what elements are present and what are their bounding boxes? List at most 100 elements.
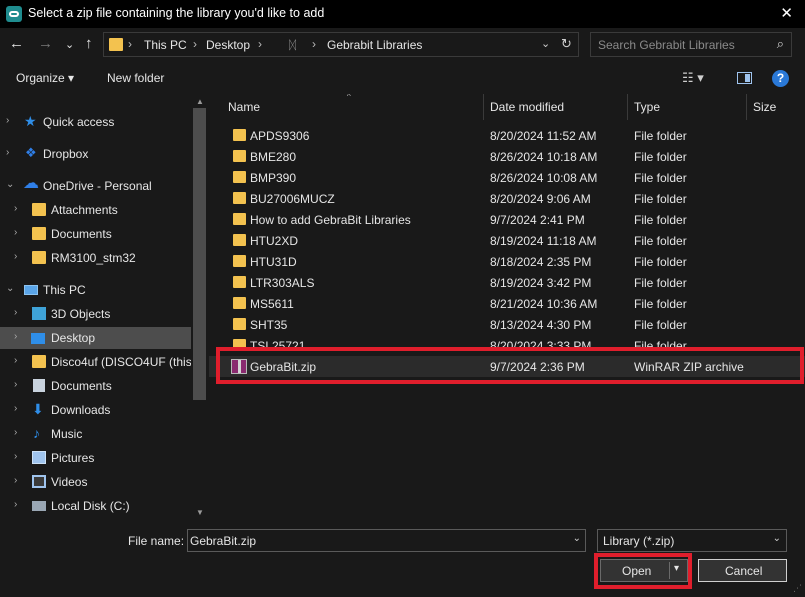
nav-item-downloads[interactable]: › ⬇ Downloads: [0, 399, 191, 421]
expand-chevron-icon[interactable]: ›: [14, 427, 17, 438]
folder-icon: [32, 227, 46, 240]
expand-chevron-icon[interactable]: ›: [6, 115, 9, 126]
file-type: File folder: [634, 234, 687, 248]
refresh-icon[interactable]: ↻: [561, 36, 572, 52]
file-name-input[interactable]: [190, 532, 560, 549]
expand-chevron-icon[interactable]: ›: [14, 227, 17, 238]
file-name-combobox[interactable]: ⌄: [187, 529, 586, 552]
nav-item-music[interactable]: › ♪ Music: [0, 423, 191, 445]
address-dropdown-icon[interactable]: ⌄: [541, 37, 550, 50]
file-row[interactable]: LTR303ALS 8/19/2024 3:42 PM File folder: [209, 272, 805, 293]
search-icon[interactable]: ⌕: [777, 36, 784, 52]
nav-item-label: 3D Objects: [51, 307, 111, 321]
file-name: BMP390: [250, 171, 297, 185]
address-bar[interactable]: › This PC › Desktop › ᛞ › Gebrabit Libra…: [103, 32, 579, 57]
scroll-down-icon[interactable]: ▼: [196, 508, 204, 517]
folder-icon: [233, 297, 246, 309]
file-row[interactable]: BMP390 8/26/2024 10:08 AM File folder: [209, 167, 805, 188]
nav-item-quick-access[interactable]: › ★ Quick access: [0, 111, 191, 133]
nav-item-label: Documents: [51, 379, 112, 393]
search-input[interactable]: [598, 36, 768, 54]
nav-item-rm3100[interactable]: › RM3100_stm32: [0, 247, 191, 269]
expand-chevron-icon[interactable]: ›: [14, 451, 17, 462]
column-header-name[interactable]: Name ^: [222, 94, 484, 120]
file-type-select[interactable]: Library (*.zip) ⌄: [597, 529, 787, 552]
cancel-button[interactable]: Cancel: [698, 559, 787, 582]
file-date: 8/26/2024 10:08 AM: [490, 171, 598, 185]
file-row[interactable]: How to add GebraBit Libraries 9/7/2024 2…: [209, 209, 805, 230]
cancel-button-label: Cancel: [725, 564, 763, 578]
nav-item-documents[interactable]: › Documents: [0, 375, 191, 397]
expand-chevron-icon[interactable]: ›: [14, 355, 17, 366]
expand-chevron-icon[interactable]: ›: [14, 379, 17, 390]
change-view-icon[interactable]: ☷ ▾: [682, 70, 704, 86]
preview-pane-icon[interactable]: [737, 72, 752, 84]
expand-chevron-icon[interactable]: ›: [14, 331, 17, 342]
nav-item-3d-objects[interactable]: › 3D Objects: [0, 303, 191, 325]
organize-menu-button[interactable]: Organize ▾: [16, 71, 74, 85]
column-header-label: Size: [753, 100, 777, 114]
nav-item-videos[interactable]: › Videos: [0, 471, 191, 493]
nav-item-desktop[interactable]: › Desktop: [0, 327, 191, 349]
breadcrumb-hidden-segment[interactable]: ᛞ: [289, 38, 296, 52]
new-folder-button[interactable]: New folder: [107, 71, 164, 85]
forward-arrow-icon[interactable]: →: [38, 36, 53, 52]
breadcrumb-desktop[interactable]: Desktop: [206, 38, 250, 52]
nav-item-local-disk[interactable]: › Local Disk (C:): [0, 495, 191, 517]
breadcrumb-gebrabit-libraries[interactable]: Gebrabit Libraries: [327, 38, 422, 52]
scroll-up-icon[interactable]: ▲: [196, 97, 204, 106]
recent-locations-icon[interactable]: ⌄: [65, 37, 74, 53]
open-button-label: Open: [622, 564, 652, 578]
collapse-chevron-icon[interactable]: ⌄: [6, 283, 14, 294]
nav-item-onedrive-documents[interactable]: › Documents: [0, 223, 191, 245]
back-arrow-icon[interactable]: ←: [9, 36, 24, 52]
breadcrumb-this-pc[interactable]: This PC: [144, 38, 187, 52]
chevron-right-icon: ›: [312, 37, 316, 51]
expand-chevron-icon[interactable]: ›: [6, 147, 9, 158]
nav-item-disco4uf[interactable]: › Disco4uf (DISCO4UF (this P: [0, 351, 191, 373]
column-header-size[interactable]: Size: [747, 94, 805, 120]
winrar-archive-icon: [231, 359, 247, 374]
file-row[interactable]: APDS9306 8/20/2024 11:52 AM File folder: [209, 125, 805, 146]
open-button[interactable]: Open ▾: [600, 559, 688, 582]
nav-item-dropbox[interactable]: › ❖ Dropbox: [0, 143, 191, 165]
nav-item-label: Desktop: [51, 331, 96, 345]
chevron-down-icon[interactable]: ⌄: [573, 533, 581, 544]
column-header-type[interactable]: Type: [628, 94, 747, 120]
expand-chevron-icon[interactable]: ›: [14, 403, 17, 414]
resize-grip-icon[interactable]: ⋰: [793, 583, 802, 594]
file-row[interactable]: SHT35 8/13/2024 4:30 PM File folder: [209, 314, 805, 335]
file-row[interactable]: TSL25721 8/20/2024 3:33 PM File folder: [209, 335, 805, 356]
expand-chevron-icon[interactable]: ›: [14, 251, 17, 262]
nav-item-pictures[interactable]: › Pictures: [0, 447, 191, 469]
column-header-label: Date modified: [490, 100, 565, 114]
nav-item-label: This PC: [43, 283, 86, 297]
expand-chevron-icon[interactable]: ›: [14, 203, 17, 214]
folder-icon: [32, 251, 46, 264]
file-row[interactable]: MS5611 8/21/2024 10:36 AM File folder: [209, 293, 805, 314]
up-arrow-icon[interactable]: ↑: [85, 36, 93, 52]
close-icon[interactable]: ✕: [780, 4, 793, 22]
pictures-icon: [32, 451, 46, 464]
navigation-pane-scrollbar[interactable]: ▲ ▼: [191, 94, 208, 521]
collapse-chevron-icon[interactable]: ⌄: [6, 179, 14, 190]
file-row-gebrabit-zip[interactable]: GebraBit.zip 9/7/2024 2:36 PM WinRAR ZIP…: [209, 356, 805, 377]
file-row[interactable]: BME280 8/26/2024 10:18 AM File folder: [209, 146, 805, 167]
expand-chevron-icon[interactable]: ›: [14, 475, 17, 486]
nav-item-attachments[interactable]: › Attachments: [0, 199, 191, 221]
help-icon[interactable]: ?: [772, 70, 789, 87]
file-row[interactable]: HTU2XD 8/19/2024 11:18 AM File folder: [209, 230, 805, 251]
scrollbar-thumb[interactable]: [193, 108, 206, 400]
chevron-down-icon[interactable]: ⌄: [773, 533, 781, 544]
column-header-date[interactable]: Date modified: [484, 94, 628, 120]
expand-chevron-icon[interactable]: ›: [14, 307, 17, 318]
file-row[interactable]: BU27006MUCZ 8/20/2024 9:06 AM File folde…: [209, 188, 805, 209]
file-type: File folder: [634, 129, 687, 143]
file-row[interactable]: HTU31D 8/18/2024 2:35 PM File folder: [209, 251, 805, 272]
expand-chevron-icon[interactable]: ›: [14, 499, 17, 510]
nav-item-onedrive[interactable]: ⌄ ☁ OneDrive - Personal: [0, 175, 191, 197]
nav-item-this-pc[interactable]: ⌄ This PC: [0, 279, 191, 301]
open-options-icon[interactable]: ▾: [674, 563, 679, 574]
search-box[interactable]: ⌕: [590, 32, 792, 57]
file-date: 8/19/2024 11:18 AM: [490, 234, 597, 248]
